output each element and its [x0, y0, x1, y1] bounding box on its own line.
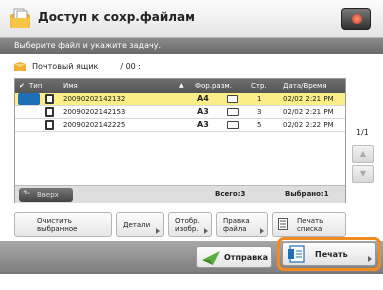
scroll-up-button[interactable]: ▲ — [352, 145, 374, 163]
page-title: Доступ к сохр.файлам — [38, 10, 195, 24]
send-icon — [202, 251, 220, 265]
red-stop-icon[interactable] — [341, 8, 371, 30]
file-date: 02/02 2:21 PM — [283, 108, 334, 116]
table-row[interactable]: 20090202142225 A3 5 02/02 2:22 PM — [15, 119, 345, 132]
file-format: A4 — [197, 94, 209, 103]
file-format: A3 — [197, 120, 209, 129]
mailbox-icon — [14, 61, 26, 71]
column-format[interactable]: Фор.разм. — [195, 82, 232, 90]
print-document-icon — [288, 245, 305, 263]
up-arrow-icon: ⬑ — [23, 189, 31, 199]
triangle-icon — [368, 256, 372, 262]
print-label: Печать — [315, 250, 348, 259]
table-header: ✔ Тип Имя ▲ Фор.разм. Стр. Дата/Время — [15, 79, 345, 93]
title-bar: Доступ к сохр.файлам — [0, 0, 383, 38]
table-row[interactable]: 20090202142132 A4 1 02/02 2:21 PM — [15, 93, 345, 106]
column-date[interactable]: Дата/Время — [283, 82, 327, 90]
landscape-page-icon — [227, 121, 239, 129]
file-list: ✔ Тип Имя ▲ Фор.разм. Стр. Дата/Время 20… — [14, 78, 346, 203]
scroll-down-button[interactable]: ▼ — [352, 165, 374, 183]
file-date: 02/02 2:21 PM — [283, 95, 334, 103]
column-name[interactable]: Имя — [63, 82, 78, 90]
triangle-icon — [204, 228, 208, 234]
list-icon — [278, 218, 288, 230]
file-pages: 5 — [257, 121, 262, 129]
triangle-icon — [260, 228, 264, 234]
edit-file-button[interactable]: Правка файла — [216, 212, 268, 237]
selected-check-icon — [18, 93, 40, 105]
file-icon — [45, 107, 54, 117]
file-format: A3 — [197, 107, 209, 116]
table-row[interactable]: 20090202142153 A3 3 02/02 2:21 PM — [15, 106, 345, 119]
display-image-button[interactable]: Отобр. изобр. — [168, 212, 212, 237]
page-indicator: 1/1 — [356, 128, 369, 137]
details-label: Детали — [123, 221, 151, 229]
print-list-label: Печать списка — [297, 217, 324, 233]
print-highlight: Печать — [277, 237, 381, 271]
mailbox-number: / 00 : — [120, 61, 141, 71]
column-pages[interactable]: Стр. — [251, 82, 267, 90]
column-type[interactable]: Тип — [29, 82, 42, 90]
instruction-text: Выберите файл и укажите задачу. — [14, 41, 161, 50]
clear-selection-button[interactable]: Очистить выбранное — [14, 212, 112, 237]
checkmark-icon: ✔ — [19, 82, 25, 90]
triangle-icon — [156, 228, 160, 234]
edit-file-label: Правка файла — [223, 217, 250, 233]
up-button[interactable]: ⬑ Вверх — [19, 188, 73, 202]
file-name: 20090202142132 — [63, 95, 126, 103]
file-pages: 3 — [257, 108, 262, 116]
print-list-button[interactable]: Печать списка — [272, 212, 346, 237]
print-button[interactable]: Печать — [282, 242, 376, 266]
portrait-page-icon — [227, 95, 238, 103]
file-name: 20090202142225 — [63, 121, 126, 129]
details-button[interactable]: Детали — [116, 212, 164, 237]
selected-count: Выбрано:1 — [285, 190, 329, 198]
list-footer: ⬑ Вверх Всего:3 Выбрано:1 — [15, 185, 345, 203]
action-bar: Очистить выбранное Детали Отобр. изобр. … — [14, 212, 348, 237]
file-pages: 1 — [257, 95, 262, 103]
mailbox-info: Почтовый ящик / 00 : — [14, 58, 141, 74]
send-label: Отправка — [224, 253, 268, 262]
mailbox-label: Почтовый ящик — [32, 61, 99, 71]
sort-up-icon[interactable]: ▲ — [179, 82, 184, 89]
total-count: Всего:3 — [215, 190, 246, 198]
file-date: 02/02 2:22 PM — [283, 121, 334, 129]
instruction-bar: Выберите файл и укажите задачу. — [0, 38, 383, 54]
file-icon — [45, 94, 54, 104]
clear-selection-label: Очистить выбранное — [37, 217, 78, 233]
up-button-label: Вверх — [37, 191, 59, 199]
landscape-page-icon — [227, 108, 239, 116]
file-name: 20090202142153 — [63, 108, 126, 116]
send-button[interactable]: Отправка — [196, 246, 272, 268]
folder-document-icon — [10, 8, 30, 28]
file-icon — [45, 120, 54, 130]
divider — [0, 272, 383, 274]
